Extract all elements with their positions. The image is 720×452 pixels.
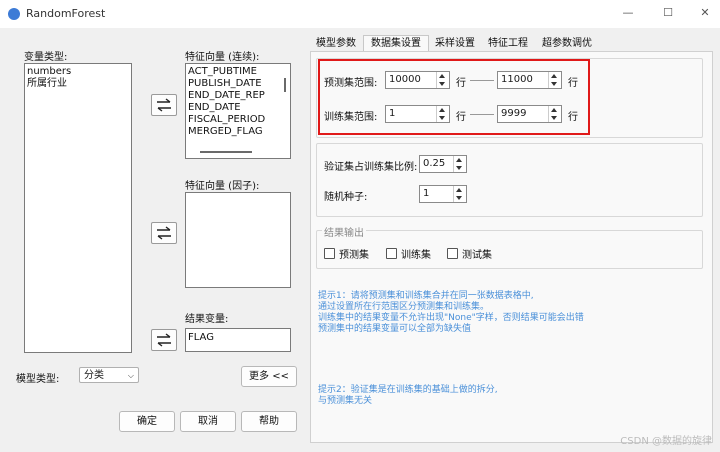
swap-arrows-icon [157,333,171,347]
hint2-line: 提示2：验证集是在训练集的基础上做的拆分, [318,385,498,395]
checkbox-label: 训练集 [401,250,431,261]
help-button[interactable]: 帮助 [241,411,297,432]
model-type-select[interactable]: 分类 ⌵ [79,367,139,383]
val-ratio-spinbox[interactable]: 0.25 [419,155,467,173]
spin-up-icon[interactable] [456,188,462,192]
hint1-line: 预测集中的结果变量可以全部为缺失值 [318,324,472,334]
swap-cont-button[interactable] [151,94,177,116]
result-var-label: 结果变量: [185,314,229,325]
swap-factor-button[interactable] [151,222,177,244]
horizontal-scrollbar[interactable] [200,151,252,153]
list-item[interactable]: FISCAL_PERIOD [186,114,290,126]
spin-buttons[interactable] [453,186,466,202]
result-var-box[interactable]: FLAG [185,328,291,352]
maximize-icon[interactable]: ☐ [657,5,679,21]
vertical-scrollbar[interactable] [284,78,286,92]
hint1-line: 通过设置所在行范围区分预测集和训练集。 [318,302,490,312]
checkbox-label: 预测集 [339,250,369,261]
output-predict-checkbox[interactable]: 预测集 [324,246,369,261]
feature-factor-list[interactable] [185,192,291,288]
spin-buttons[interactable] [453,156,466,172]
seed-spinbox[interactable]: 1 [419,185,467,203]
model-type-value: 分类 [84,370,104,381]
list-item[interactable]: 所属行业 [25,78,131,90]
title-bar: RandomForest — ☐ ✕ [0,0,720,28]
list-item[interactable]: MERGED_FLAG [186,126,290,138]
feature-cont-list[interactable]: ACT_PUBTIME PUBLISH_DATE END_DATE_REP EN… [185,63,291,159]
checkbox-icon [386,248,397,259]
app-window: RandomForest — ☐ ✕ 变量类型: numbers 所属行业 特征… [0,0,720,452]
val-ratio-label: 验证集占训练集比例: [324,162,418,173]
ok-button[interactable]: 确定 [119,411,175,432]
list-item[interactable]: PUBLISH_DATE [186,78,290,90]
hint1-line: 提示1：请将预测集和训练集合并在同一张数据表格中, [318,291,534,301]
list-item[interactable]: END_DATE_REP [186,90,290,102]
output-group-label: 结果输出 [322,224,366,239]
list-item[interactable]: numbers [25,66,131,78]
list-item[interactable]: END_DATE [186,102,290,114]
swap-result-button[interactable] [151,329,177,351]
spin-down-icon[interactable] [456,196,462,200]
watermark: CSDN @数据的旋律 [620,436,712,447]
seed-value: 1 [423,188,430,199]
window-title: RandomForest [26,7,106,20]
output-group [316,230,703,269]
more-button[interactable]: 更多 << [241,366,297,387]
app-icon [8,8,20,20]
close-icon[interactable]: ✕ [694,5,716,21]
feature-factor-label: 特征向量 (因子): [185,181,260,192]
cancel-button[interactable]: 取消 [180,411,236,432]
list-item[interactable]: ACT_PUBTIME [186,66,290,78]
model-type-label: 模型类型: [16,374,60,385]
spin-down-icon[interactable] [456,166,462,170]
hint1-line: 训练集中的结果变量不允许出现"None"字样，否则结果可能会出错 [318,313,584,323]
hint2-line: 与预测集无关 [318,396,373,406]
result-var-value[interactable]: FLAG [186,329,290,344]
spin-up-icon[interactable] [456,158,462,162]
checkbox-icon [447,248,458,259]
output-train-checkbox[interactable]: 训练集 [386,246,431,261]
var-type-list[interactable]: numbers 所属行业 [24,63,132,353]
validation-group [316,143,703,217]
seed-label: 随机种子: [324,192,368,203]
feature-cont-label: 特征向量 (连续): [185,52,260,63]
highlight-box [318,59,590,135]
swap-arrows-icon [157,226,171,240]
chevron-down-icon: ⌵ [127,371,134,380]
swap-arrows-icon [157,98,171,112]
output-test-checkbox[interactable]: 测试集 [447,246,492,261]
val-ratio-value: 0.25 [423,158,446,169]
minimize-icon[interactable]: — [617,5,639,21]
checkbox-label: 测试集 [462,250,492,261]
checkbox-icon [324,248,335,259]
var-type-label: 变量类型: [24,52,68,63]
